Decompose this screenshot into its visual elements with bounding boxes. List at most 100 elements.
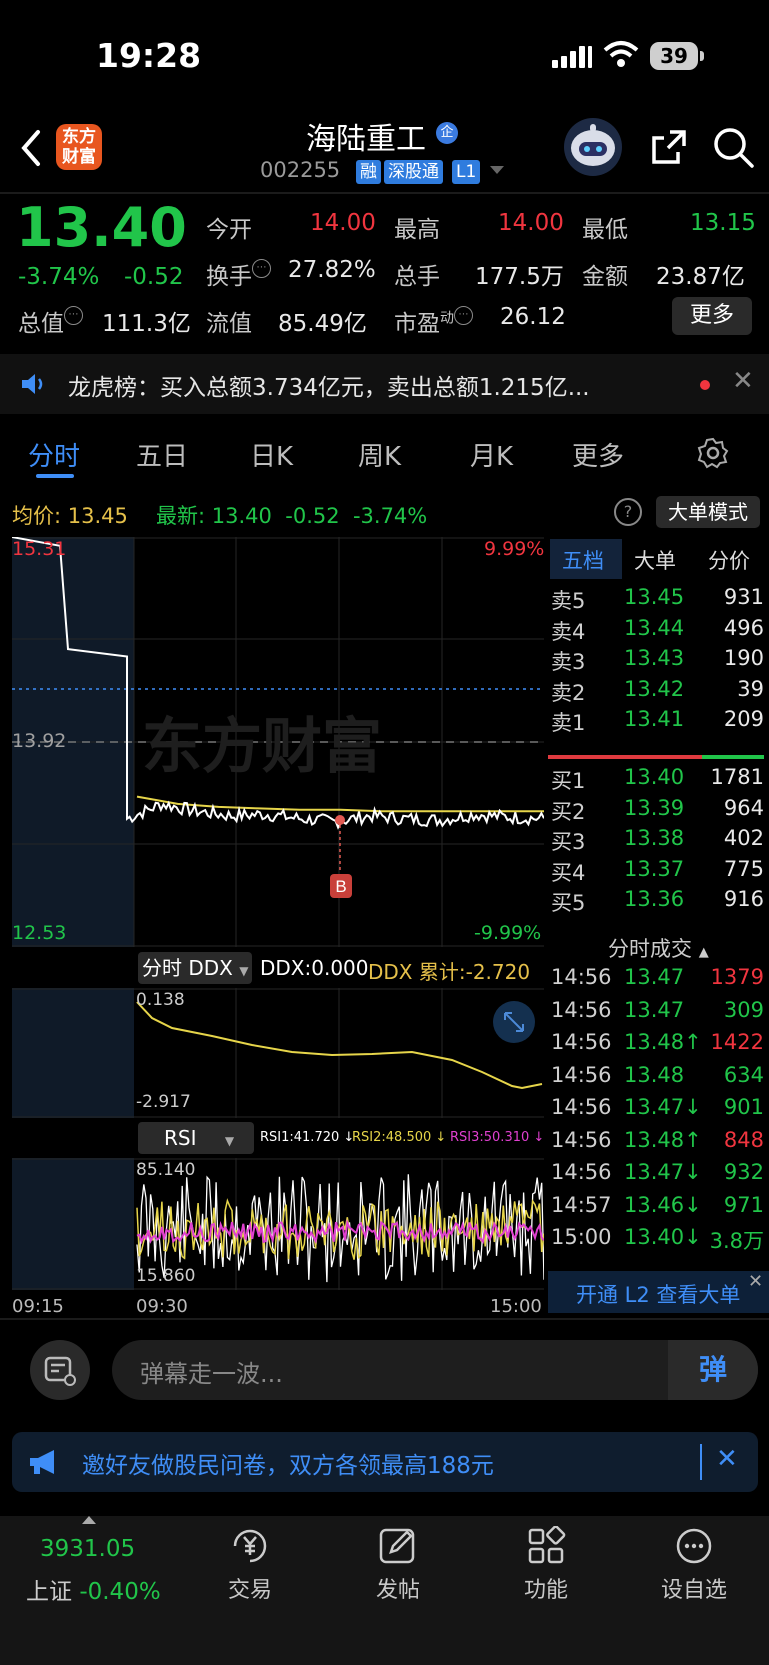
change-amount: -0.52 <box>124 264 184 290</box>
trades-title[interactable]: 分时成交 ▲ <box>608 933 709 963</box>
rsi2-value: RSI2:48.500 ↓ <box>352 1130 447 1145</box>
nav-watchlist-label: 设自选 <box>660 1578 727 1603</box>
danmu-send-button[interactable]: 弹 <box>668 1340 758 1400</box>
bid-volume: 1781 <box>710 765 764 789</box>
trade-price: 13.48↑ <box>624 1127 702 1152</box>
tab-intraday[interactable]: 分时 <box>28 436 80 473</box>
tab-weekly-k[interactable]: 周K <box>358 436 401 473</box>
notice-bar[interactable]: 龙虎榜：买入总额3.734亿元，卖出总额1.215亿... ✕ <box>0 354 769 414</box>
ddx-axis-top: 0.138 <box>136 990 185 1010</box>
tag-margin: 融 <box>356 160 381 184</box>
index-value[interactable]: 3931.05 <box>40 1536 135 1562</box>
value-market-cap: 111.3亿 <box>102 311 191 337</box>
caret-up-icon[interactable] <box>82 1516 96 1524</box>
tag-level1: L1 <box>452 160 481 184</box>
large-order-mode-button[interactable]: 大单模式 <box>656 496 760 528</box>
bid-price: 13.38 <box>624 826 685 850</box>
close-icon[interactable]: ✕ <box>732 366 754 396</box>
trade-time: 14:56 <box>551 1062 612 1087</box>
trade-time: 14:57 <box>551 1192 612 1217</box>
ask-row: 卖3 13.43 190 <box>548 646 764 676</box>
trade-price: 13.47 <box>624 965 685 989</box>
trade-volume: 634 <box>723 1062 764 1087</box>
axis-bottom-price: 12.53 <box>12 922 67 944</box>
tab-large-orders[interactable]: 大单 <box>634 545 676 575</box>
trade-time: 14:56 <box>551 997 612 1022</box>
unread-dot <box>700 380 710 390</box>
info-icon[interactable]: ⋯ <box>64 306 83 325</box>
bid-volume: 916 <box>723 887 764 911</box>
ask-label: 卖2 <box>551 680 586 705</box>
settings-gear-icon[interactable] <box>696 436 730 470</box>
ask-label: 卖4 <box>551 619 586 644</box>
stock-code: 002255 <box>260 158 341 182</box>
more-dots-icon <box>676 1528 712 1564</box>
bid-price: 13.39 <box>624 795 685 820</box>
nav-trade[interactable]: 交易 <box>210 1526 290 1604</box>
ddx-selector[interactable]: 分时 DDX ▼ <box>138 952 252 984</box>
rsi-selector[interactable]: RSI ▼ <box>138 1122 254 1154</box>
label-open: 今开 <box>206 217 252 243</box>
value-turnover: 27.82% <box>288 257 376 283</box>
info-icon[interactable]: ⋯ <box>454 306 473 325</box>
trade-time: 14:56 <box>551 1095 612 1119</box>
label-low: 最低 <box>582 217 628 243</box>
trade-row: 14:56 13.47 1379 <box>548 965 764 995</box>
l2-banner-text: 开通 L2 查看大单 <box>576 1283 741 1307</box>
trade-row: 14:56 13.48↑ 1422 <box>548 1030 764 1060</box>
battery-icon: 39 <box>650 42 698 70</box>
trade-time: 14:56 <box>551 1030 612 1054</box>
bid-price: 13.37 <box>624 856 685 881</box>
more-button[interactable]: 更多 <box>672 297 752 335</box>
search-icon[interactable] <box>712 126 756 170</box>
chevron-down-icon[interactable] <box>490 166 504 174</box>
nav-functions[interactable]: 功能 <box>506 1525 586 1604</box>
ddx-cumulative: DDX 累计:-2.720 <box>368 960 531 984</box>
rsi3-value: RSI3:50.310 ↓ <box>450 1130 545 1145</box>
tab-more[interactable]: 更多 <box>572 436 624 473</box>
rsi-axis-top: 85.140 <box>136 1160 196 1180</box>
close-icon[interactable]: ✕ <box>748 1271 763 1292</box>
nav-post[interactable]: 发帖 <box>358 1526 438 1604</box>
robot-assistant-icon[interactable] <box>564 118 622 176</box>
trade-volume: 848 <box>723 1127 764 1152</box>
bid-volume: 402 <box>723 826 764 850</box>
ddx-chart <box>12 988 544 1118</box>
index-info[interactable]: 上证 -0.40% <box>26 1572 161 1606</box>
trade-row: 14:56 13.48 634 <box>548 1063 764 1093</box>
promo-banner[interactable]: 邀好友做股民问卷，双方各领最高188元 ✕ <box>12 1432 758 1492</box>
back-arrow-icon[interactable] <box>20 128 42 168</box>
l2-banner[interactable]: 开通 L2 查看大单 ✕ <box>548 1271 769 1313</box>
tab-daily-k[interactable]: 日K <box>250 436 293 473</box>
ask-price: 13.45 <box>624 585 685 609</box>
promo-divider <box>700 1444 702 1480</box>
intraday-chart[interactable]: 东方财富 B <box>12 537 544 947</box>
status-time: 19:28 <box>96 36 202 75</box>
tab-price-distribution[interactable]: 分价 <box>708 545 750 575</box>
nav-watchlist[interactable]: 设自选 <box>654 1526 734 1604</box>
trade-price: 13.46↓ <box>624 1192 702 1217</box>
tab-five-day[interactable]: 五日 <box>136 436 188 473</box>
speaker-icon <box>22 374 43 394</box>
close-icon[interactable]: ✕ <box>716 1444 738 1474</box>
tab-monthly-k[interactable]: 月K <box>470 436 513 473</box>
ask-label: 卖1 <box>551 711 586 735</box>
trade-time: 14:56 <box>551 1127 612 1152</box>
trade-volume: 901 <box>723 1095 764 1119</box>
danmu-settings-icon[interactable] <box>30 1340 90 1400</box>
info-icon[interactable]: ⋯ <box>252 259 271 278</box>
nav-post-label: 发帖 <box>375 1578 420 1603</box>
trade-volume: 971 <box>723 1192 764 1217</box>
notice-text: 龙虎榜：买入总额3.734亿元，卖出总额1.215亿... <box>68 375 590 401</box>
help-icon[interactable]: ? <box>614 498 642 526</box>
avg-price-series <box>136 795 544 813</box>
tag-sz-connect: 深股通 <box>384 160 443 184</box>
danmu-input[interactable]: 弹幕走一波... 弹 <box>112 1340 758 1400</box>
bottom-nav: 3931.05 上证 -0.40% 交易 发帖 功能 设自选 <box>0 1516 769 1665</box>
tab-five-level[interactable]: 五档 <box>562 545 604 575</box>
avg-label: 均价: 13.45 <box>12 504 128 528</box>
share-icon[interactable] <box>648 126 690 168</box>
ask-volume: 209 <box>723 707 764 731</box>
value-high: 14.00 <box>498 210 564 236</box>
app-logo[interactable]: 东方财富 <box>56 124 102 170</box>
